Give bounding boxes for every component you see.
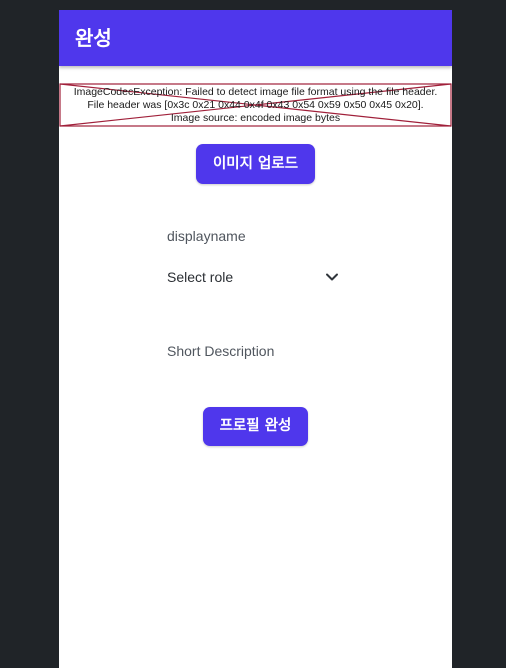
app-bar: 완성 bbox=[59, 10, 452, 66]
image-error-message: ImageCodecException: Failed to detect im… bbox=[59, 86, 452, 125]
error-line-3: Image source: encoded image bytes bbox=[170, 112, 341, 124]
error-line-2: File header was [0x3c 0x21 0x44 0x4f 0x4… bbox=[87, 99, 424, 111]
image-error-placeholder: ImageCodecException: Failed to detect im… bbox=[59, 83, 452, 127]
chevron-down-icon bbox=[326, 273, 338, 281]
short-description-field[interactable]: Short Description bbox=[167, 342, 339, 360]
upload-image-button[interactable]: 이미지 업로드 bbox=[196, 144, 315, 184]
complete-profile-button[interactable]: 프로필 완성 bbox=[203, 407, 308, 446]
page-title: 완성 bbox=[75, 26, 112, 50]
app-screen: 완성 ImageCodecException: Failed to detect… bbox=[59, 10, 452, 668]
role-select-value: Select role bbox=[167, 269, 234, 285]
role-select[interactable]: Select role bbox=[167, 266, 339, 288]
error-line-1: ImageCodecException: Failed to detect im… bbox=[73, 86, 438, 98]
display-name-field[interactable]: displayname bbox=[167, 227, 339, 245]
